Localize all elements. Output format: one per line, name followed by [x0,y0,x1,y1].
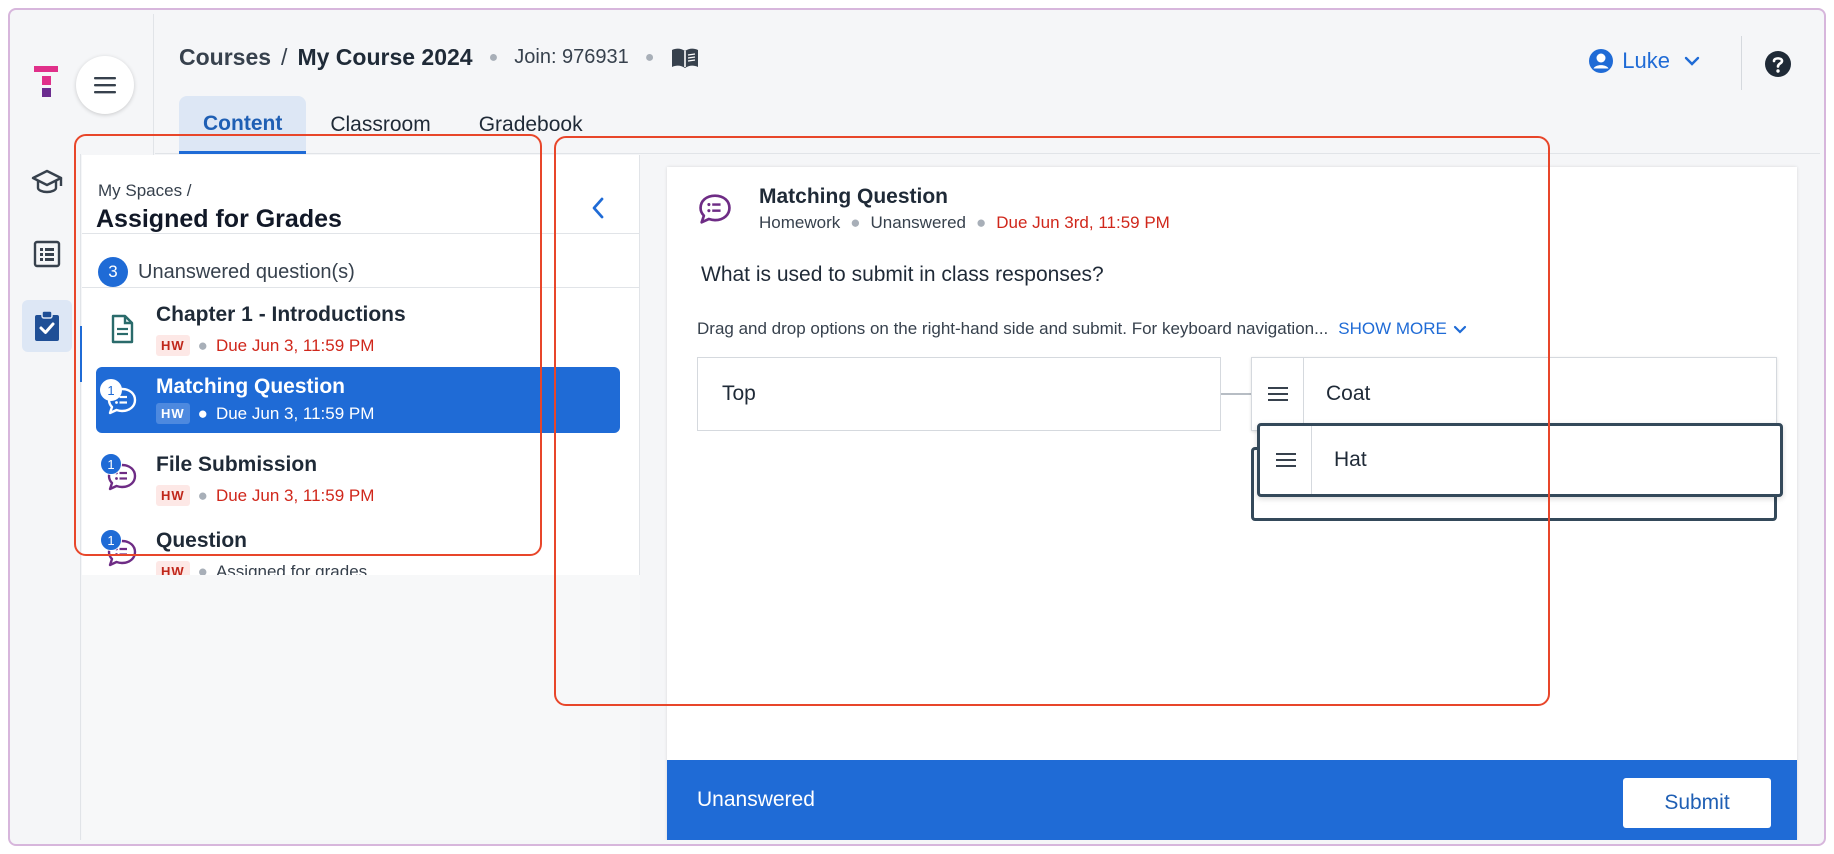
chevron-left-icon [592,197,604,219]
list-item-meta: HW ● Due Jun 3, 11:59 PM [156,485,374,506]
top-header: Courses / My Course 2024 ● Join: 976931 … [155,14,1820,154]
hw-tag: HW [156,561,190,575]
question-due-date: Due Jun 3rd, 11:59 PM [996,213,1170,232]
show-more-link[interactable]: SHOW MORE [1338,319,1467,339]
panel-empty-area [82,575,640,840]
user-name: Luke [1622,48,1670,73]
assignment-list-panel: My Spaces / Assigned for Grades 3 Unansw… [82,155,640,840]
chevron-down-icon [1684,56,1700,66]
graduation-cap-icon [31,169,63,194]
list-item-title: File Submission [156,453,318,476]
match-right-option[interactable]: Coat [1251,357,1777,431]
unanswered-badge: 1 [100,529,122,551]
drag-handle-icon[interactable] [1260,426,1312,494]
meta-dot: ● [975,213,987,232]
submit-button[interactable]: Submit [1623,778,1771,828]
list-item-meta: HW ● Due Jun 3, 11:59 PM [156,403,374,424]
option-label: Coat [1326,382,1371,405]
separator-dot: ● [488,48,499,66]
collapse-panel-button[interactable] [591,197,605,224]
question-prompt: What is used to submit in class response… [701,263,1104,286]
breadcrumb: Courses / My Course 2024 ● Join: 976931 … [179,44,700,71]
list-item-question[interactable]: 1 Question HW ● Assigned for grades [96,519,620,575]
app-logo[interactable] [28,62,68,112]
meta-dot: ● [197,335,208,355]
list-item-meta: HW ● Assigned for grades [156,561,367,575]
app-frame: Courses / My Course 2024 ● Join: 976931 … [8,8,1826,846]
header-divider [1741,36,1742,90]
list-item-chapter-1[interactable]: Chapter 1 - Introductions HW ● Due Jun 3… [96,293,620,369]
show-more-label: SHOW MORE [1338,319,1447,338]
list-item-title: Matching Question [156,375,345,398]
list-item-title: Question [156,529,248,552]
list-item-title: Chapter 1 - Introductions [156,303,406,326]
course-tabs: Content Classroom Gradebook [179,96,607,154]
question-card: Matching Question Homework ● Unanswered … [667,167,1797,840]
open-book-icon[interactable] [670,47,700,69]
due-date: Due Jun 3, 11:59 PM [215,485,375,505]
answer-status: Unanswered [697,788,815,811]
question-status: Unanswered [870,213,966,232]
option-label: Hat [1334,448,1367,471]
unanswered-summary: 3 Unanswered question(s) [98,257,355,287]
instructions-text: Drag and drop options on the right-hand … [697,319,1329,338]
document-icon [104,311,140,347]
unanswered-badge: 1 [100,453,122,475]
rail-list-button[interactable] [22,228,72,280]
question-title: Matching Question [759,185,948,208]
unanswered-label: Unanswered question(s) [138,260,355,283]
question-instructions: Drag and drop options on the right-hand … [697,319,1467,339]
list-item-matching-question[interactable]: 1 Matching Question HW ● Due Jun 3, 11:5… [96,367,620,433]
help-icon [1765,51,1791,77]
course-name: My Course 2024 [297,44,473,70]
due-date: Due Jun 3, 11:59 PM [215,403,375,423]
rail-assignments-button[interactable] [22,300,72,352]
question-view: Matching Question Homework ● Unanswered … [641,155,1820,840]
divider [82,233,640,234]
hw-tag: HW [156,403,190,424]
hamburger-menu-button[interactable] [76,56,134,114]
meta-dot: ● [197,485,208,505]
list-item-meta: HW ● Due Jun 3, 11:59 PM [156,335,374,356]
panel-title: Assigned for Grades [96,205,342,233]
meta-dot: ● [197,561,208,576]
hamburger-icon [94,77,116,94]
tab-classroom[interactable]: Classroom [306,96,454,154]
chevron-down-icon [1453,325,1466,334]
dragging-option[interactable]: Hat [1257,423,1783,497]
list-item-file-submission[interactable]: 1 File Submission HW ● Due Jun 3, 11:59 … [96,443,620,519]
answer-footer: Unanswered Submit [667,760,1797,840]
join-code: Join: 976931 [514,46,629,68]
match-connector [1221,393,1251,395]
divider [82,287,640,288]
question-type: Homework [759,213,841,232]
question-meta: Homework ● Unanswered ● Due Jun 3rd, 11:… [759,213,1170,233]
my-spaces-breadcrumb[interactable]: My Spaces / [98,181,192,201]
rail-nav [14,154,81,840]
user-avatar-icon [1589,49,1614,73]
unanswered-count-badge: 3 [98,257,128,287]
separator-dot: ● [644,48,655,66]
rail-courses-button[interactable] [22,156,72,208]
clipboard-check-icon [35,310,59,341]
hw-tag: HW [156,485,190,506]
meta-dot: ● [850,213,861,232]
tab-gradebook[interactable]: Gradebook [455,96,607,154]
match-left-option: Top [697,357,1221,431]
tab-content[interactable]: Content [179,96,307,154]
due-date: Due Jun 3, 11:59 PM [215,335,375,355]
unanswered-badge: 1 [100,379,122,401]
meta-dot: ● [197,403,208,423]
breadcrumb-separator: / [281,44,288,70]
help-button[interactable] [1764,50,1792,83]
breadcrumb-courses-link[interactable]: Courses [179,44,271,71]
user-menu-button[interactable]: Luke [1588,48,1700,74]
question-bubble-icon [695,189,735,234]
assigned-status: Assigned for grades [215,561,368,576]
list-icon [33,240,61,268]
drag-handle-icon[interactable] [1252,358,1304,430]
hw-tag: HW [156,335,190,356]
